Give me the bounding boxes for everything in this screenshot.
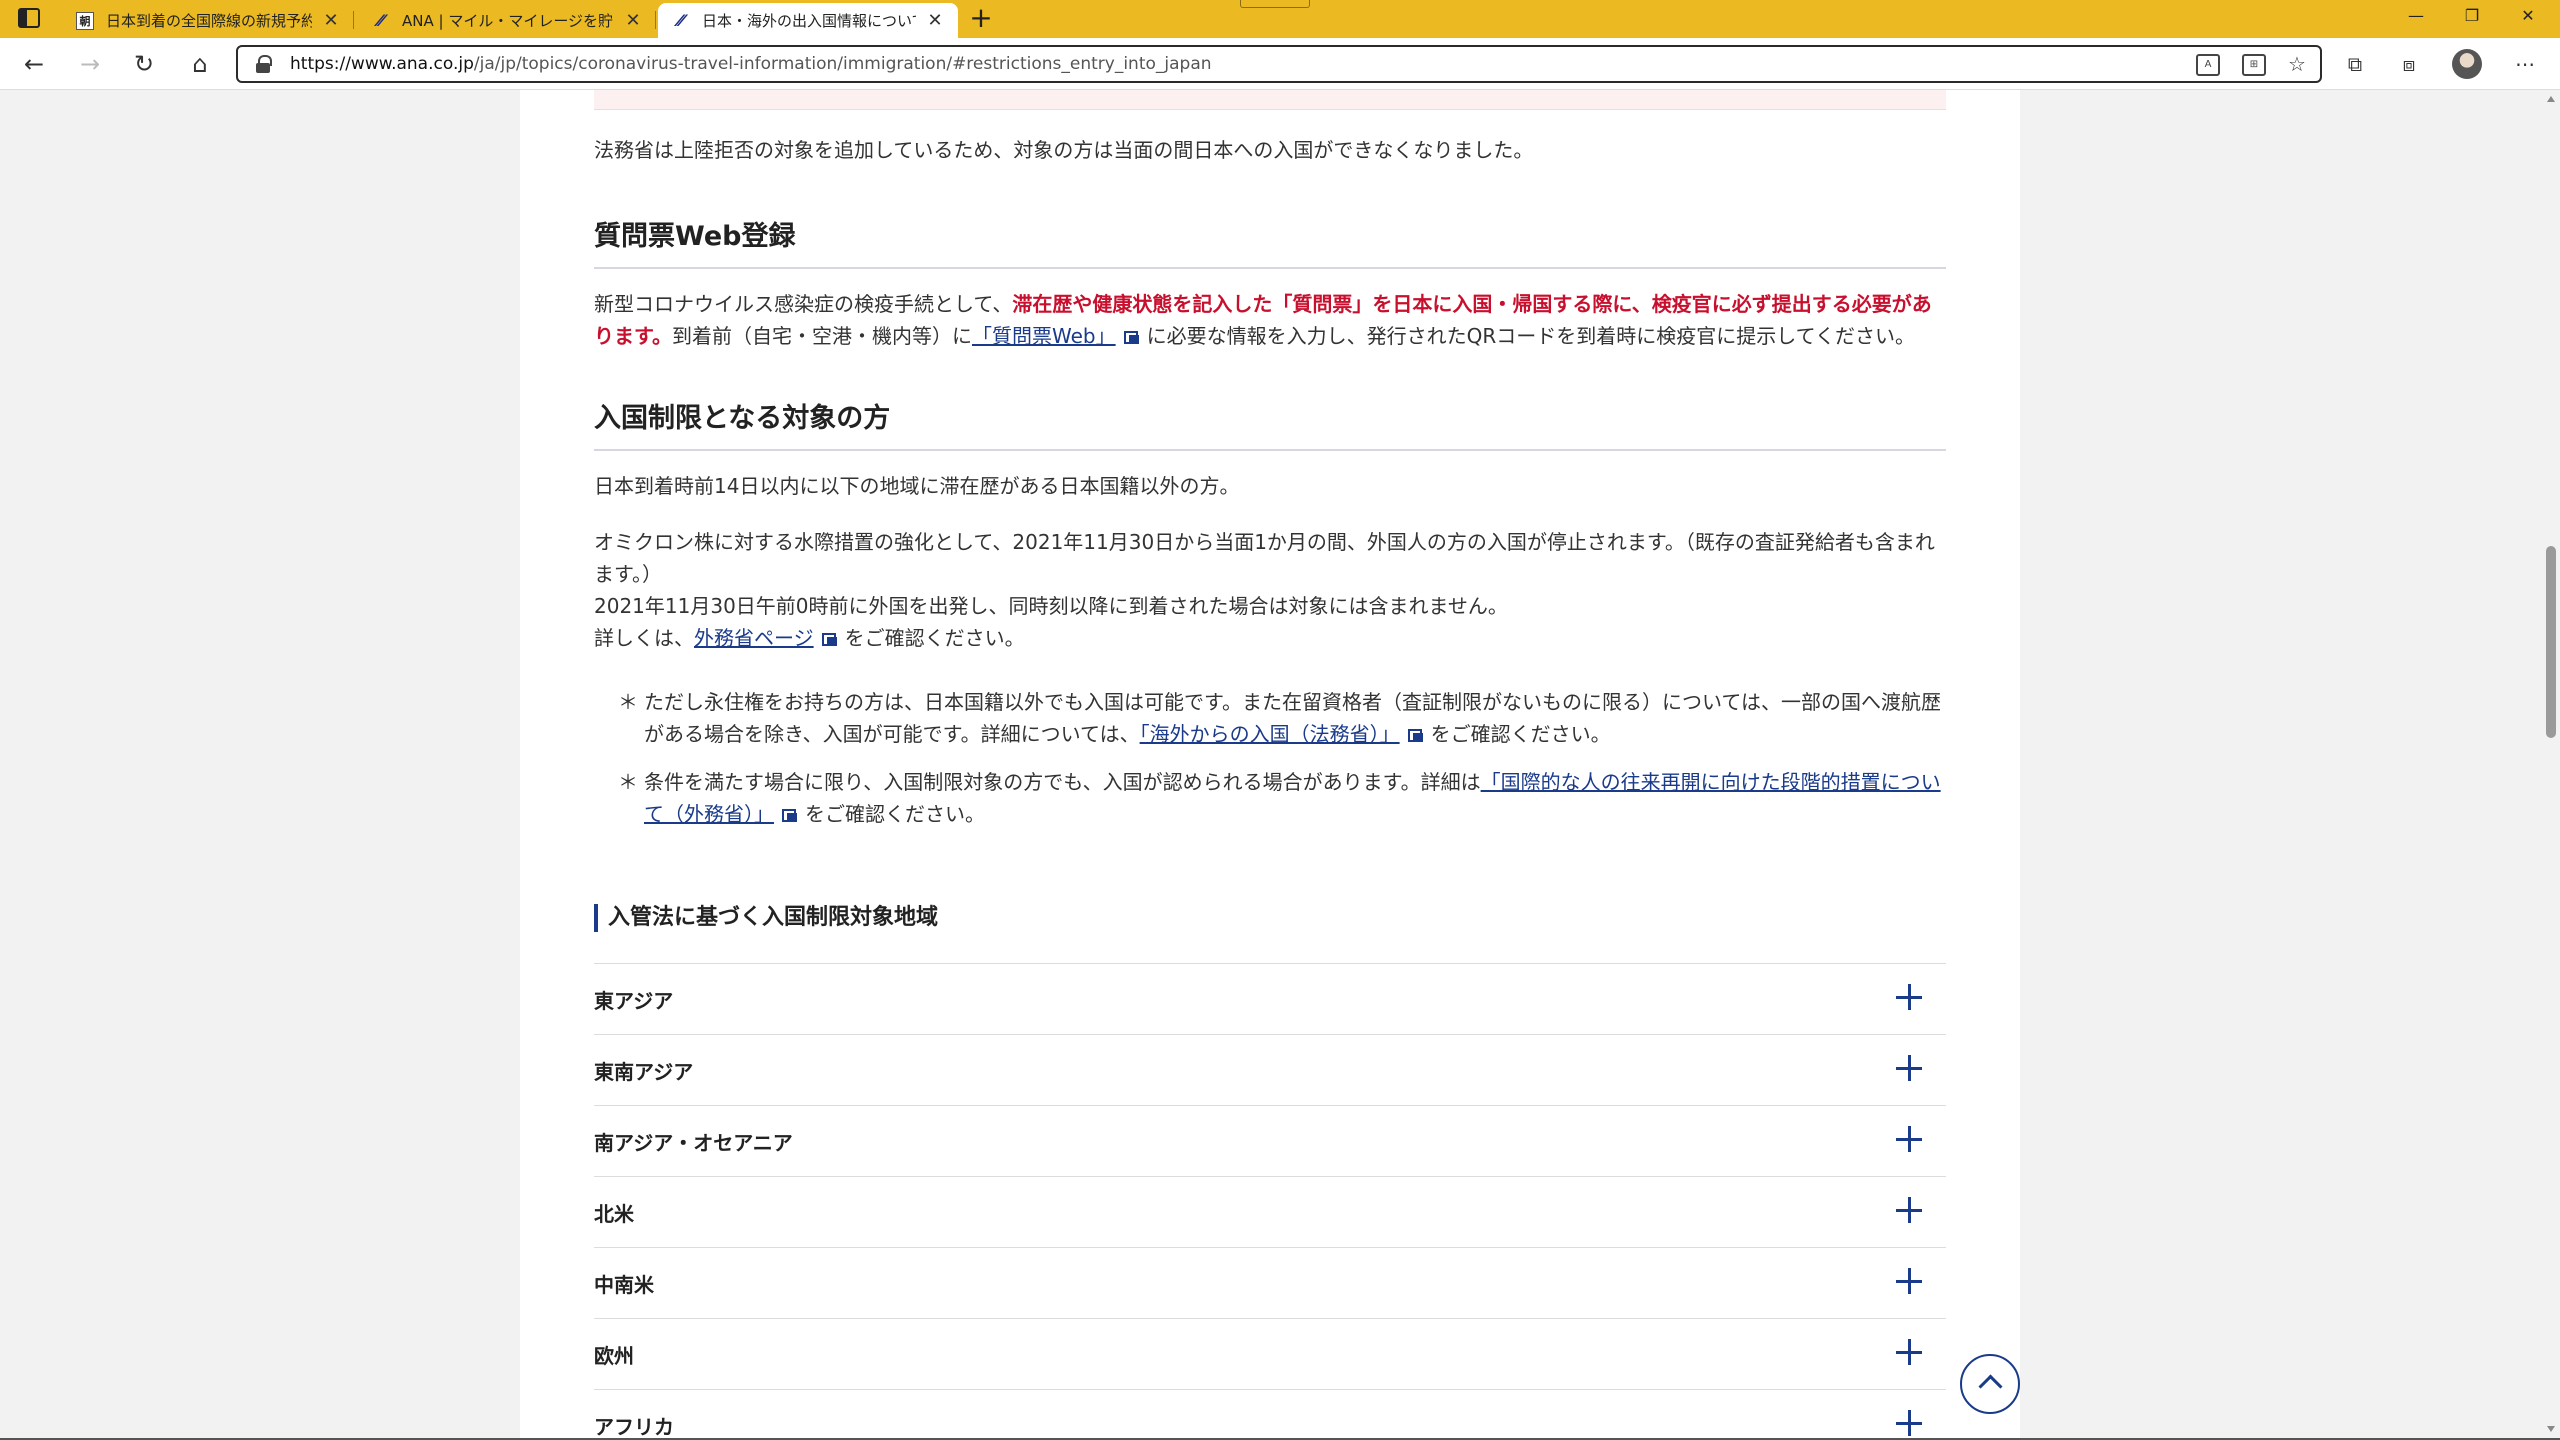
refresh-icon[interactable]: ↻: [128, 48, 160, 80]
intro-text: 法務省は上陸拒否の対象を追加しているため、対象の方は当面の間日本への入国ができな…: [594, 138, 1534, 162]
close-tab-icon[interactable]: ✕: [926, 10, 944, 31]
accordion-label: 東アジア: [594, 989, 674, 1013]
close-tab-icon[interactable]: ✕: [322, 10, 340, 31]
ana-logo-icon: ⁄⁄: [378, 11, 384, 30]
home-icon[interactable]: ⌂: [184, 48, 216, 80]
accordion-label: 南アジア・オセアニア: [594, 1131, 793, 1155]
external-link-icon: [782, 809, 797, 822]
departure-text: 2021年11月30日午前0時前に外国を出発し、同時刻以降に到着された場合は対象…: [594, 594, 1508, 618]
accordion-label: 北米: [594, 1202, 634, 1226]
omicron-text: オミクロン株に対する水際措置の強化として、2021年11月30日から当面1か月の…: [594, 530, 1935, 586]
window-drag-handle[interactable]: [1240, 0, 1310, 8]
note-marker: ＊: [618, 690, 638, 714]
tab-ana-immigration[interactable]: ⁄⁄ 日本・海外の出入国情報について | ANA ✕: [658, 3, 958, 38]
forward-icon[interactable]: →: [74, 48, 106, 80]
close-window-icon[interactable]: ✕: [2508, 6, 2548, 32]
address-bar[interactable]: https://www.ana.co.jp/ja/jp/topics/coron…: [236, 45, 2322, 83]
accordion-europe[interactable]: 欧州: [594, 1318, 1946, 1389]
accordion-africa[interactable]: アフリカ: [594, 1389, 1946, 1438]
note-marker: ＊: [618, 770, 638, 794]
mofa-page-link[interactable]: 外務省ページ: [694, 626, 814, 650]
section-heading-questionnaire: 質問票Web登録: [594, 214, 1946, 269]
notes-list: ＊ただし永住権をお持ちの方は、日本国籍以外でも入国は可能です。また在留資格者（査…: [594, 686, 1946, 836]
back-to-top-button[interactable]: [1960, 1354, 2020, 1414]
external-link-icon: [1123, 331, 1139, 344]
tab-strip: 朝 日本到着の全国際線の新規予約停止 国交省が要請 (写真=共同) - 日本経済…: [0, 0, 2560, 38]
more-menu-icon[interactable]: ⋯: [2512, 51, 2538, 77]
plus-icon[interactable]: [1896, 1197, 1922, 1223]
moj-entry-link[interactable]: 「海外からの入国（法務省）」: [1140, 722, 1400, 746]
plus-icon[interactable]: [1896, 1055, 1922, 1081]
read-aloud-icon[interactable]: A: [2196, 54, 2220, 76]
main-content: 法務省は上陸拒否の対象を追加しているため、対象の方は当面の間日本への入国ができな…: [520, 90, 2020, 1438]
accordion-label: 中南米: [594, 1273, 654, 1297]
external-link-icon: [821, 633, 837, 646]
note-conditional-entry: ＊条件を満たす場合に限り、入国制限対象の方でも、入国が認められる場合があります。…: [618, 766, 1946, 830]
plus-icon[interactable]: [1896, 1268, 1922, 1294]
section-heading-restrictions: 入国制限となる対象の方: [594, 396, 1946, 451]
mofa-reference-text: 詳しくは、外務省ページ をご確認ください。: [594, 626, 1025, 650]
ana-logo-icon: ⁄⁄: [678, 11, 684, 30]
accordion-label: アフリカ: [594, 1415, 674, 1438]
accordion-latin-america[interactable]: 中南米: [594, 1247, 1946, 1318]
plus-icon[interactable]: [1896, 1126, 1922, 1152]
tab-ana-mileage[interactable]: ⁄⁄ ANA | マイル・マイレージを貯めて多彩な特典と交換 ✕: [358, 3, 656, 38]
note-permanent-residents: ＊ただし永住権をお持ちの方は、日本国籍以外でも入国は可能です。また在留資格者（査…: [618, 686, 1946, 750]
questionnaire-web-link[interactable]: 「質問票Web」: [972, 324, 1116, 348]
app-available-icon[interactable]: ⊞: [2242, 54, 2266, 76]
accordion-north-america[interactable]: 北米: [594, 1176, 1946, 1247]
page-scrollbar[interactable]: [2542, 90, 2560, 1438]
close-tab-icon[interactable]: ✕: [624, 10, 642, 31]
accordion-south-asia-oceania[interactable]: 南アジア・オセアニア: [594, 1105, 1946, 1176]
tab-title: 日本到着の全国際線の新規予約停止 国交省が要請 (写真=共同) - 日本経済新聞: [106, 12, 312, 30]
restore-icon[interactable]: ❐: [2452, 6, 2492, 32]
scroll-up-icon[interactable]: [2547, 96, 2555, 102]
new-tab-icon[interactable]: +: [966, 4, 996, 34]
external-link-icon: [1407, 729, 1423, 742]
tab-actions-icon[interactable]: [18, 8, 40, 28]
subheading-restricted-regions: 入管法に基づく入国制限対象地域: [594, 904, 1946, 932]
extensions-icon[interactable]: ⧈: [2396, 51, 2422, 77]
scrollbar-thumb[interactable]: [2546, 546, 2556, 738]
favorite-add-icon[interactable]: ☆: [2284, 51, 2310, 77]
plus-icon[interactable]: [1896, 1339, 1922, 1365]
plus-icon[interactable]: [1896, 984, 1922, 1010]
minimize-icon[interactable]: —: [2396, 6, 2436, 32]
news-icon: 朝: [76, 11, 94, 30]
accordion-label: 東南アジア: [594, 1060, 694, 1084]
restriction-target-text: 日本到着時前14日以内に以下の地域に滞在歴がある日本国籍以外の方。: [594, 474, 1240, 498]
page-viewport: 法務省は上陸拒否の対象を追加しているため、対象の方は当面の間日本への入国ができな…: [0, 90, 2560, 1438]
tab-title: 日本・海外の出入国情報について | ANA: [702, 12, 916, 30]
plus-icon[interactable]: [1896, 1410, 1922, 1436]
browser-toolbar: ← → ↻ ⌂ https://www.ana.co.jp/ja/jp/topi…: [0, 38, 2560, 90]
back-icon[interactable]: ←: [18, 48, 50, 80]
alert-box-bottom: [594, 90, 1946, 110]
profile-avatar[interactable]: [2452, 49, 2482, 79]
tab-title: ANA | マイル・マイレージを貯めて多彩な特典と交換: [402, 12, 614, 30]
accordion-southeast-asia[interactable]: 東南アジア: [594, 1034, 1946, 1105]
accordion-label: 欧州: [594, 1344, 634, 1368]
scroll-down-icon[interactable]: [2547, 1426, 2555, 1432]
address-url[interactable]: https://www.ana.co.jp/ja/jp/topics/coron…: [290, 54, 1212, 74]
questionnaire-text: 新型コロナウイルス感染症の検疫手続として、滞在歴や健康状態を記入した「質問票」を…: [594, 292, 1932, 348]
tab-nikkei[interactable]: 朝 日本到着の全国際線の新規予約停止 国交省が要請 (写真=共同) - 日本経済…: [62, 3, 354, 38]
accordion-east-asia[interactable]: 東アジア: [594, 963, 1946, 1034]
collections-icon[interactable]: ⧉: [2342, 51, 2368, 77]
lock-icon[interactable]: [256, 55, 272, 73]
